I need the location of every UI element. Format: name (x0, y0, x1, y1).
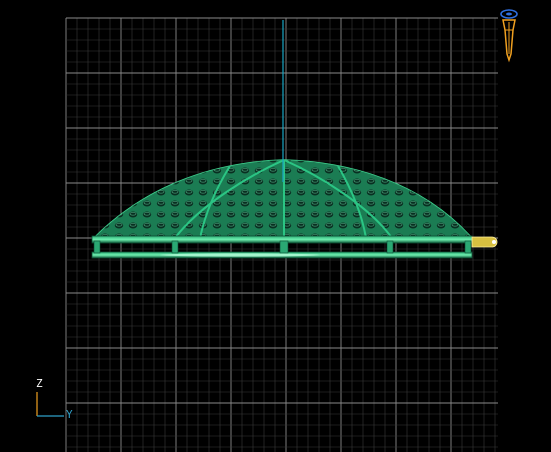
camera-orbit-icon[interactable] (496, 8, 522, 64)
base-ring-highlight (160, 253, 320, 257)
3d-viewport[interactable]: Z Y (0, 0, 551, 452)
axis-indicator (36, 392, 64, 417)
axis-z-label: Z (36, 377, 43, 390)
move-gizmo[interactable] (471, 236, 498, 248)
viewport-canvas[interactable] (0, 0, 551, 452)
axis-y-label: Y (66, 408, 73, 421)
